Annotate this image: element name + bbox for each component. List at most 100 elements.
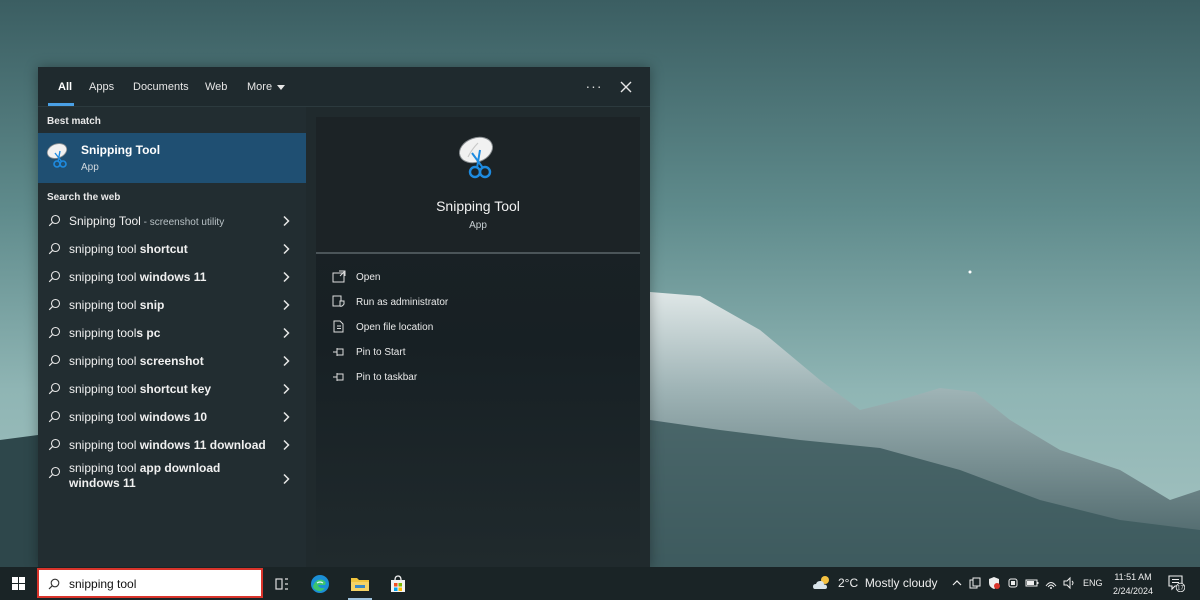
web-result-label: snipping tool windows 11 [69,270,206,284]
chevron-up-icon[interactable] [950,576,964,590]
search-icon [48,354,61,367]
chevron-right-icon [283,439,290,451]
web-result-prefix: snipping tool [69,410,140,424]
web-result-bold: screenshot [139,354,204,368]
weather-temp: 2°C [838,576,859,590]
web-result-label: snipping tool windows 11 download [69,438,266,452]
wifi-icon[interactable] [1044,576,1058,590]
web-result-item[interactable]: snipping tools pc [38,319,306,347]
chevron-right-icon [283,299,290,311]
store-icon[interactable] [386,572,410,596]
chevron-right-icon [283,473,290,485]
best-match-name: Snipping Tool [81,143,161,157]
taskbar: 2°C Mostly cloudy ENG 11:51 AM 2/24/2024 [0,567,1200,600]
snipping-tool-icon [46,143,68,168]
clock[interactable]: 11:51 AM 2/24/2024 [1106,570,1160,598]
close-button[interactable] [614,75,638,99]
web-result-bold: s pc [136,326,161,340]
search-icon [48,410,61,423]
open-file-location-label: Open file location [356,322,434,333]
web-result-prefix: snipping tool [69,354,140,368]
best-match-type: App [81,162,99,173]
more-options-button[interactable]: ··· [582,75,606,99]
task-view-icon[interactable] [270,572,294,596]
web-result-label: snipping tool app download windows 11 [69,461,269,492]
edge-icon[interactable] [308,572,332,596]
start-search-panel: All Apps Documents Web More ··· Best mat… [38,67,650,568]
caret-down-icon [277,84,286,90]
web-result-bold: shortcut [139,242,188,256]
active-tab-indicator [48,103,74,106]
web-result-item[interactable]: snipping tool windows 11 [38,263,306,291]
web-result-item[interactable]: snipping tool windows 11 download [38,431,306,459]
web-result-bold: windows 11 download [139,438,266,452]
pin-icon [333,373,344,381]
web-result-bold: snip [139,298,165,312]
open-action[interactable]: Open [332,269,612,289]
web-result-label: Snipping Tool - screenshot utility [69,214,224,228]
start-button[interactable] [0,567,36,600]
web-result-item[interactable]: snipping tool shortcut [38,235,306,263]
web-result-item[interactable]: snipping tool shortcut key [38,375,306,403]
battery-icon[interactable] [1025,576,1039,590]
tab-more[interactable]: More [247,67,286,107]
search-filter-tabs: All Apps Documents Web More ··· [38,67,650,107]
web-result-prefix: snipping tool [69,326,137,340]
web-result-suffix: - screenshot utility [140,217,225,228]
web-result-label: snipping tool windows 10 [69,410,207,424]
clock-date: 2/24/2024 [1112,586,1154,596]
web-result-prefix: snipping tool [69,461,140,475]
tab-web[interactable]: Web [205,67,227,107]
web-result-bold: shortcut key [139,382,212,396]
search-input[interactable] [69,576,254,592]
tab-web-label: Web [205,81,228,93]
web-result-item[interactable]: snipping tool windows 10 [38,403,306,431]
weather-condition: Mostly cloudy [864,576,938,590]
open-icon [332,270,346,283]
best-match-header: Best match [47,116,101,127]
chevron-right-icon [283,243,290,255]
pin-to-start-label: Pin to Start [356,347,406,358]
app-preview-pane: Snipping Tool App Open Run as administra… [316,117,640,568]
tab-all[interactable]: All [58,67,72,107]
chevron-right-icon [283,383,290,395]
web-result-label: snipping tool shortcut [69,242,188,256]
ellipsis-icon: ··· [585,78,603,94]
tab-documents[interactable]: Documents [133,67,189,107]
open-action-label: Open [356,272,381,283]
web-result-prefix: snipping tool [69,438,140,452]
search-icon [48,466,61,479]
open-file-location-action[interactable]: Open file location [332,319,612,339]
tab-apps[interactable]: Apps [89,67,114,107]
clock-time: 11:51 AM [1114,572,1152,582]
volume-icon[interactable] [1062,576,1076,590]
tab-more-label: More [247,81,273,93]
run-as-admin-action[interactable]: Run as administrator [332,294,612,314]
web-result-prefix: Snipping Tool [69,214,141,228]
web-result-item[interactable]: snipping tool snip [38,291,306,319]
security-shield-icon[interactable] [987,576,1001,590]
notification-center-icon[interactable]: 17 [1167,574,1185,592]
web-result-item[interactable]: Snipping Tool - screenshot utility [38,207,306,235]
results-list: Best match Snipping Tool App Search the … [38,107,306,568]
web-result-prefix: snipping tool [69,270,140,284]
pin-to-taskbar-action[interactable]: Pin to taskbar [332,369,612,389]
web-result-prefix: snipping tool [69,242,140,256]
chevron-right-icon [283,327,290,339]
search-icon [48,270,61,283]
language-indicator[interactable]: ENG [1083,578,1103,588]
chevron-right-icon [283,355,290,367]
file-explorer-icon[interactable] [348,572,372,596]
best-match-result[interactable]: Snipping Tool App [38,133,306,183]
pin-icon [333,348,344,356]
search-icon [48,326,61,339]
meet-now-icon[interactable] [1006,576,1020,590]
pin-to-start-action[interactable]: Pin to Start [332,344,612,364]
chevron-right-icon [283,215,290,227]
search-web-header: Search the web [47,192,121,203]
taskbar-search-box[interactable] [37,568,263,598]
window-copy-icon[interactable] [968,576,982,590]
web-result-item[interactable]: snipping tool app download windows 11 [38,459,306,499]
close-icon [620,81,632,93]
web-result-item[interactable]: snipping tool screenshot [38,347,306,375]
